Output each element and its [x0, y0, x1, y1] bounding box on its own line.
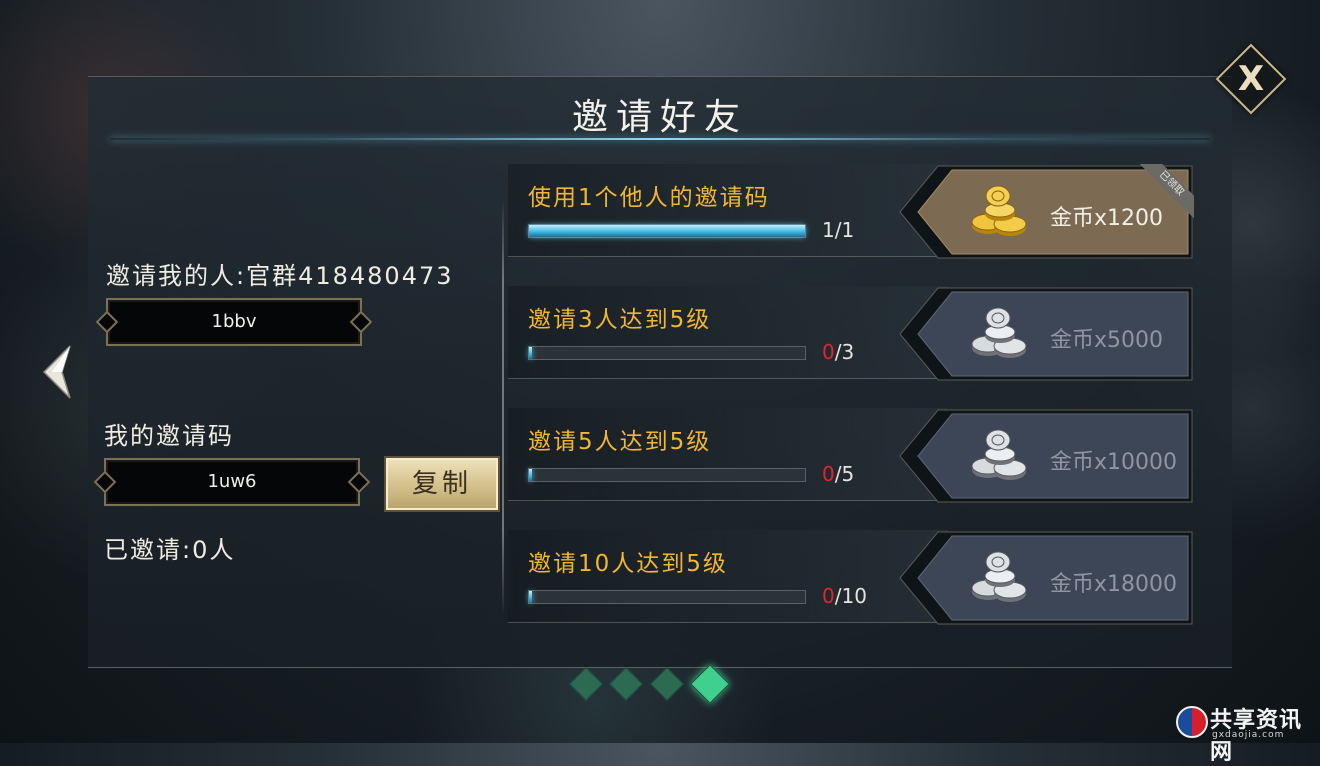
progress-fill — [529, 225, 805, 237]
prev-page-arrow-icon[interactable] — [40, 344, 74, 400]
reward-button[interactable]: 金币x18000 — [898, 530, 1194, 626]
progress-total: /5 — [834, 462, 855, 486]
progress-total: /1 — [834, 218, 855, 242]
my-code-label: 我的邀请码 — [104, 422, 234, 450]
claimed-badge-label: 已领取 — [1138, 164, 1194, 220]
progress-count: 0/5 — [822, 462, 854, 486]
progress-bar — [528, 346, 806, 360]
progress-bar — [528, 590, 806, 604]
gold-coins-icon — [971, 185, 1027, 236]
progress-fill — [529, 469, 533, 481]
progress-total: /10 — [834, 584, 867, 608]
reward-label: 金币x18000 — [1050, 572, 1178, 597]
progress-fill — [529, 591, 533, 603]
task-name: 邀请10人达到5级 — [528, 551, 728, 577]
task-name: 使用1个他人的邀请码 — [528, 185, 770, 211]
progress-count: 0/10 — [822, 584, 867, 608]
reward-button[interactable]: 金币x5000 — [898, 286, 1194, 382]
progress-count: 0/3 — [822, 340, 854, 364]
progress-current: 0 — [822, 340, 835, 364]
reward-label: 金币x10000 — [1050, 450, 1178, 475]
page-title: 邀请好友 — [571, 97, 748, 138]
silver-coins-icon — [971, 429, 1027, 480]
progress-current: 0 — [822, 462, 835, 486]
column-divider — [502, 198, 504, 616]
watermark: 共享资讯网 gxdaojia.com — [1172, 700, 1320, 765]
reward-button[interactable]: 金币x10000 — [898, 408, 1194, 504]
inviter-code-value: 1bbv — [211, 311, 257, 332]
task-row: 使用1个他人的邀请码 1/1 金币x1200 已领取 — [508, 164, 1194, 260]
inviter-code-field: 1bbv — [95, 298, 373, 346]
reward-label: 金币x5000 — [1050, 328, 1164, 353]
progress-current: 0 — [822, 584, 835, 608]
progress-bar — [528, 468, 806, 482]
claimed-badge: 已领取 — [1138, 164, 1194, 220]
progress-bar — [528, 224, 806, 238]
watermark-subtext: gxdaojia.com — [1212, 730, 1285, 740]
progress-current: 1 — [822, 218, 835, 242]
task-row: 邀请3人达到5级 0/3 金币x5000 — [508, 286, 1194, 382]
progress-count: 1/1 — [822, 218, 854, 242]
task-name: 邀请3人达到5级 — [528, 307, 712, 333]
inviter-label: 邀请我的人:官群418480473 — [106, 262, 454, 290]
invited-count: 已邀请:0人 — [104, 536, 236, 564]
my-code-value: 1uw6 — [207, 471, 257, 492]
task-row: 邀请10人达到5级 0/10 金币x18000 — [508, 530, 1194, 626]
title-divider — [110, 138, 1210, 140]
my-code-field: 1uw6 — [93, 458, 371, 506]
close-icon[interactable]: X — [1228, 56, 1274, 102]
reward-button[interactable]: 金币x1200 已领取 — [898, 164, 1194, 260]
task-row: 邀请5人达到5级 0/5 金币x10000 — [508, 408, 1194, 504]
progress-fill — [529, 347, 533, 359]
watermark-logo-icon — [1176, 706, 1208, 738]
silver-coins-icon — [971, 551, 1027, 602]
progress-total: /3 — [834, 340, 855, 364]
task-name: 邀请5人达到5级 — [528, 429, 712, 455]
silver-coins-icon — [971, 307, 1027, 358]
copy-button[interactable]: 复制 — [384, 456, 500, 512]
